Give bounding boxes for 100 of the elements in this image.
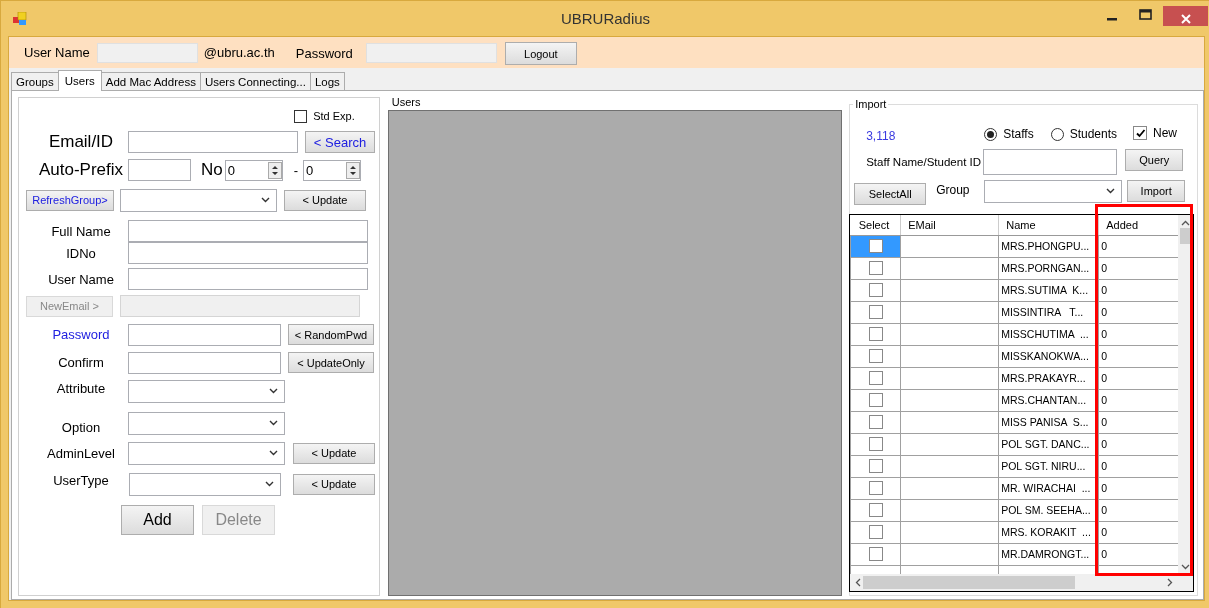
chevron-down-icon — [261, 197, 270, 203]
checkbox[interactable] — [868, 503, 883, 518]
close-button[interactable] — [1163, 6, 1208, 26]
table-cell: MRS. KORAKIT ... — [998, 521, 1099, 543]
checkbox[interactable] — [868, 459, 883, 474]
scroll-thumb[interactable] — [1180, 228, 1192, 244]
radio-button[interactable] — [1050, 127, 1064, 141]
checkbox[interactable] — [1133, 126, 1148, 140]
field-label: Group — [936, 183, 971, 197]
dropdown[interactable] — [984, 179, 1123, 203]
field-label: Staff Name/Student ID — [866, 156, 983, 168]
field-label: Auto-Prefix — [37, 160, 125, 180]
logout-button[interactable]: Logout — [504, 42, 577, 65]
password-field[interactable] — [128, 323, 281, 346]
table-cell: MR.DAMRONGT... — [998, 543, 1099, 565]
refresh-group-button[interactable]: RefreshGroup> — [26, 189, 114, 211]
spin-arrows-icon — [267, 161, 282, 179]
update-button[interactable]: < Update — [293, 442, 375, 464]
tab[interactable]: Users — [57, 70, 102, 91]
dropdown[interactable] — [128, 379, 285, 403]
chevron-down-icon — [265, 481, 274, 487]
checkbox[interactable] — [868, 327, 883, 342]
update-button[interactable]: < Update — [284, 189, 366, 211]
window-title: UBRURadius — [560, 10, 651, 27]
number-spinner[interactable]: 0 — [303, 159, 362, 181]
checkbox[interactable] — [868, 437, 883, 452]
dash-label: - — [293, 162, 299, 178]
radio-button[interactable] — [984, 127, 998, 141]
column-header[interactable]: Added — [1098, 215, 1180, 235]
field-label: Password — [51, 327, 111, 342]
checkbox[interactable] — [868, 239, 883, 254]
username-field[interactable] — [128, 268, 368, 290]
field-label: User Name — [47, 271, 115, 287]
email-field[interactable] — [120, 295, 360, 317]
column-header[interactable]: EMail — [900, 215, 999, 235]
field-label: IDNo — [65, 245, 97, 261]
add-button[interactable]: Add — [121, 505, 194, 535]
field-label: AdminLevel — [46, 445, 116, 461]
app-icon — [13, 11, 27, 26]
checkbox-label: Std Exp. — [313, 110, 355, 122]
checkbox[interactable] — [294, 109, 308, 123]
field-label: Email/ID — [47, 132, 115, 152]
table-cell: POL SGT. DANC... — [998, 433, 1099, 455]
number-spinner[interactable]: 0 — [224, 159, 283, 181]
random-password-button[interactable]: < RandomPwd — [288, 324, 374, 345]
domain-label: @ubru.ac.th — [203, 45, 275, 60]
radio-label: Students — [1069, 127, 1118, 141]
table-cell: MISSKANOKWA... — [998, 345, 1099, 367]
checkbox[interactable] — [868, 371, 883, 386]
tab[interactable]: Users Connecting... — [199, 72, 311, 90]
horizontal-scrollbar[interactable] — [850, 574, 1194, 591]
update-only-button[interactable]: < UpdateOnly — [288, 352, 374, 373]
tab[interactable]: Groups — [11, 72, 59, 90]
group-title: Import — [853, 98, 889, 110]
dropdown[interactable] — [128, 411, 285, 435]
update-button[interactable]: < Update — [293, 473, 375, 495]
prefix-field[interactable] — [128, 159, 191, 181]
chevron-left-icon — [855, 578, 862, 587]
full-name-field[interactable] — [128, 220, 368, 242]
table-cell: POL SM. SEEHA... — [998, 499, 1099, 521]
tab[interactable]: Logs — [309, 72, 345, 90]
table-cell: MISS PANISA S... — [998, 411, 1099, 433]
field-label: User Name — [24, 45, 90, 60]
search-field[interactable] — [983, 149, 1118, 175]
dropdown[interactable] — [120, 188, 277, 212]
scroll-thumb[interactable] — [863, 576, 1076, 589]
checkbox[interactable] — [868, 261, 883, 276]
query-button[interactable]: Query — [1125, 149, 1184, 171]
checkbox[interactable] — [868, 481, 883, 496]
close-icon — [1180, 13, 1191, 24]
search-button[interactable]: < Search — [305, 131, 375, 153]
field-label: Confirm — [57, 355, 105, 370]
column-header[interactable]: Name — [998, 215, 1099, 235]
table-cell: MRS.SUTIMA K... — [998, 279, 1099, 301]
column-header[interactable]: Select — [850, 215, 901, 235]
chevron-down-icon — [269, 450, 278, 456]
checkbox[interactable] — [868, 547, 883, 562]
checkbox[interactable] — [868, 525, 883, 540]
chevron-right-icon — [1167, 578, 1174, 587]
field-label: Full Name — [50, 223, 112, 239]
table-cell: MRS.PORNGAN... — [998, 257, 1099, 279]
radio-label: Staffs — [1003, 127, 1034, 141]
idno-field[interactable] — [128, 242, 368, 264]
field-label: Option — [60, 419, 102, 435]
checkbox[interactable] — [868, 349, 883, 364]
field-label: UserType — [52, 472, 110, 488]
dropdown[interactable] — [128, 441, 285, 465]
table-cell: MRS.PRAKAYR... — [998, 367, 1099, 389]
import-button[interactable]: Import — [1127, 180, 1186, 202]
select-all-button[interactable]: SelectAll — [854, 183, 927, 205]
checkbox[interactable] — [868, 415, 883, 430]
confirm-field[interactable] — [128, 351, 281, 374]
checkbox[interactable] — [868, 283, 883, 298]
spin-arrows-icon — [346, 161, 361, 179]
checkbox[interactable] — [868, 305, 883, 320]
field-label: Attribute — [55, 381, 107, 396]
table-cell: MRS.CHANTAN... — [998, 389, 1099, 411]
email-field[interactable] — [128, 131, 298, 153]
dropdown[interactable] — [129, 472, 281, 496]
checkbox[interactable] — [868, 393, 883, 408]
